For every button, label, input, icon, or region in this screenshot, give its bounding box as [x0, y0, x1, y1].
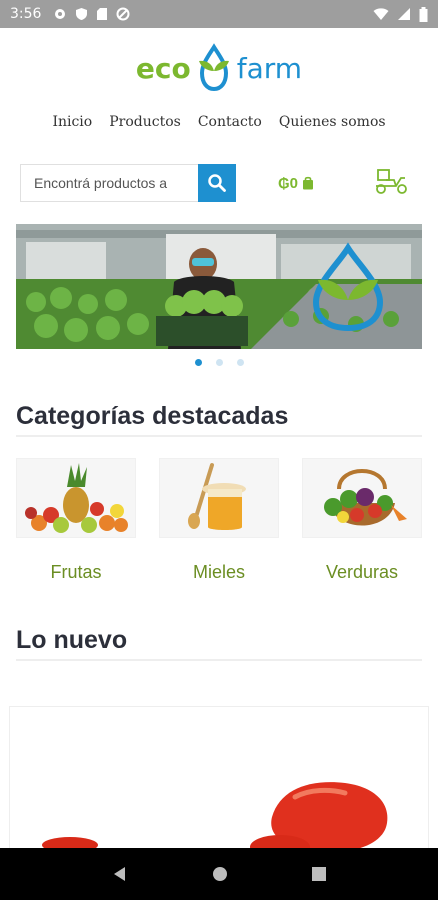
new-products-title: Lo nuevo: [16, 626, 128, 654]
delivery-button[interactable]: [374, 166, 410, 201]
category-verduras[interactable]: Verduras: [302, 458, 422, 583]
category-verduras-image: [302, 458, 422, 538]
sd-card-icon: [97, 8, 108, 20]
category-mieles[interactable]: Mieles: [159, 458, 279, 583]
category-list: Frutas Mieles Verduras: [16, 458, 422, 583]
banner-dot-1[interactable]: [194, 359, 202, 366]
home-icon[interactable]: [211, 865, 229, 883]
category-mieles-image: [159, 458, 279, 538]
recents-icon[interactable]: [311, 866, 327, 882]
category-frutas-label: Frutas: [50, 562, 102, 582]
nav-item-quienes-somos[interactable]: Quienes somos: [279, 114, 386, 130]
signal-icon: [398, 8, 410, 20]
search-field[interactable]: [20, 164, 198, 202]
water-drop-leaves-icon: [198, 43, 229, 92]
system-nav-bar: [0, 848, 438, 900]
search-button[interactable]: [198, 164, 236, 202]
shield-icon: [76, 8, 88, 20]
featured-categories-divider: [16, 435, 422, 437]
cart-button[interactable]: ₲0: [278, 175, 314, 192]
cart-amount: ₲0: [278, 174, 299, 192]
product-image-tomatoes: [42, 782, 388, 848]
settings-icon: [55, 9, 66, 19]
featured-categories-title: Categorías destacadas: [16, 402, 289, 430]
delivery-scooter-icon: [376, 168, 407, 194]
block-icon: [116, 7, 130, 21]
main-nav: Inicio Productos Contacto Quienes somos: [0, 114, 438, 130]
hero-banner[interactable]: [16, 224, 422, 349]
banner-pagination: [0, 359, 438, 366]
status-time: 3:56: [10, 6, 42, 22]
status-bar: 3:56: [0, 0, 438, 28]
banner-dot-3[interactable]: [236, 359, 244, 366]
category-frutas[interactable]: Frutas: [16, 458, 136, 583]
banner-farm-photo: [16, 224, 422, 349]
ecofarm-logo[interactable]: eco farm: [0, 38, 438, 98]
category-mieles-label: Mieles: [192, 562, 245, 582]
logo-word-eco: eco: [135, 51, 191, 85]
banner-dot-2[interactable]: [215, 359, 223, 366]
category-verduras-label: Verduras: [325, 562, 399, 582]
battery-icon: [419, 6, 428, 22]
nav-item-productos[interactable]: Productos: [109, 114, 181, 130]
wifi-icon: [373, 7, 389, 20]
category-frutas-image: [16, 458, 136, 538]
back-icon[interactable]: [111, 865, 129, 883]
shopping-bag-icon: [303, 176, 314, 190]
search-input[interactable]: [34, 175, 198, 191]
product-card[interactable]: [9, 706, 429, 848]
logo-word-farm: farm: [236, 51, 303, 85]
new-products-divider: [16, 659, 422, 661]
nav-item-inicio[interactable]: Inicio: [52, 114, 92, 130]
search-row: ₲0: [20, 164, 420, 202]
app-screen: eco farm Inicio Productos Contacto Quien…: [0, 28, 438, 848]
nav-item-contacto[interactable]: Contacto: [198, 114, 262, 130]
search-icon: [208, 174, 226, 192]
